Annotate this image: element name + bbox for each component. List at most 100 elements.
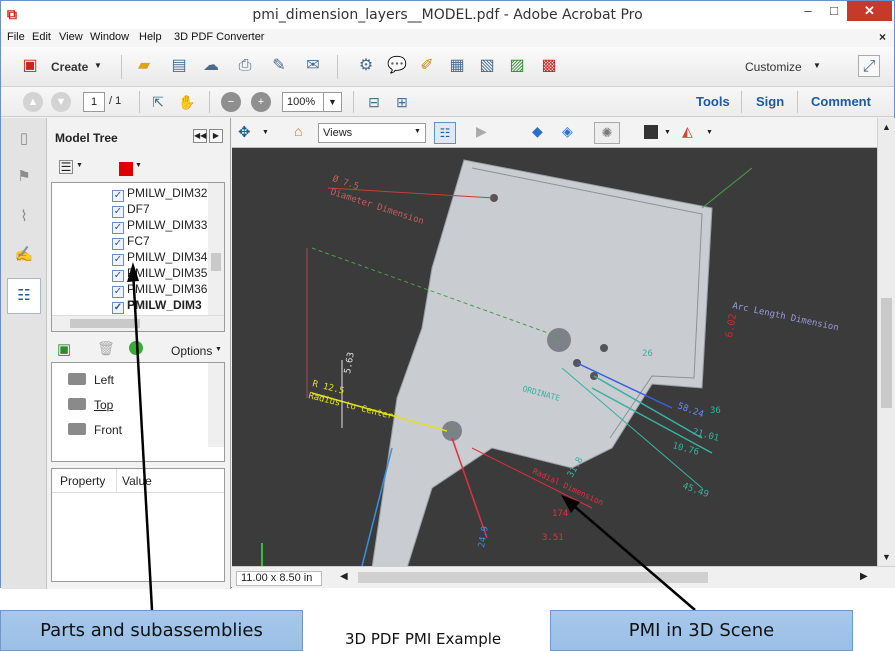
scene-label: 5.63 [343, 351, 357, 374]
tool-dropdown-icon[interactable]: ▼ [262, 129, 269, 136]
tree-vertical-scrollbar[interactable] [208, 183, 224, 315]
save-icon[interactable]: ▤ [168, 55, 190, 77]
zoom-in-icon[interactable]: + [251, 92, 271, 112]
open-folder-icon[interactable]: ▰ [133, 55, 155, 77]
create-icon[interactable]: ▣ [19, 55, 41, 77]
views-dropdown-icon[interactable]: ▼ [414, 128, 421, 135]
color-dropdown-icon[interactable]: ▼ [135, 162, 142, 169]
expand-panel-icon[interactable]: ▶ [209, 129, 223, 143]
projection-cube-icon[interactable]: ◆ [532, 123, 543, 140]
list-item[interactable]: Top [68, 398, 113, 412]
maximize-button[interactable]: □ [821, 1, 847, 21]
create-button[interactable]: Create [51, 60, 88, 74]
rotate-tool-icon[interactable]: ✥ [238, 123, 251, 141]
zoom-dropdown-icon[interactable]: ▼ [324, 92, 342, 112]
list-item[interactable]: ✓ PMILW_DIM34 [112, 249, 207, 266]
list-item[interactable]: ✓ PMILW_DIM32 [112, 185, 207, 202]
sign-pane-button[interactable]: Sign [756, 94, 784, 109]
attachments-icon[interactable]: ⌇ [13, 206, 35, 228]
comment-bubble-icon[interactable]: 💬 [386, 55, 408, 77]
tree-options-dropdown-icon[interactable]: ▼ [76, 162, 83, 169]
scroll-thumb[interactable] [881, 298, 892, 408]
add-view-icon[interactable]: ▣ [57, 340, 71, 358]
list-item[interactable]: ✓ PMILW_DIM33 [112, 217, 207, 234]
delete-view-icon[interactable]: 🗑 [97, 340, 115, 357]
fit-page-icon[interactable]: ⊟ [363, 91, 385, 113]
menu-edit[interactable]: Edit [32, 31, 51, 43]
color-dropdown-icon[interactable]: ▼ [664, 129, 671, 136]
3d-viewport[interactable]: ✥ ▼ ⌂ Views ▼ ☷ ▶ ◆ ◈ ✺ ▼ ◭ ▼ Ø 7.5 Diam… [232, 118, 877, 566]
part-hole [547, 328, 571, 352]
signatures-icon[interactable]: ✍ [13, 244, 35, 266]
print-icon[interactable]: ⎙ [234, 55, 256, 77]
customize-button[interactable]: Customize [745, 60, 802, 74]
expand-icon[interactable]: ⤢ [858, 55, 880, 77]
page-thumbnails-icon[interactable]: ▯ [13, 128, 35, 150]
comment-pane-button[interactable]: Comment [811, 94, 871, 109]
zoom-out-icon[interactable]: − [221, 92, 241, 112]
background-color-swatch[interactable] [119, 162, 133, 176]
cloud-upload-icon[interactable]: ☁ [200, 55, 222, 77]
list-item-selected[interactable]: ✓ PMILW_DIM3 [112, 297, 202, 314]
tree-options-icon[interactable]: ☰ [59, 160, 73, 174]
list-item[interactable]: Front [68, 423, 122, 437]
full-screen-icon[interactable]: ⊞ [391, 91, 413, 113]
lighting-icon[interactable]: ✺ [594, 122, 620, 144]
document-close-icon[interactable]: × [879, 30, 886, 44]
tree-horizontal-scrollbar[interactable] [52, 315, 224, 331]
scroll-down-icon[interactable]: ▼ [882, 552, 891, 562]
menu-3d-pdf-converter[interactable]: 3D PDF Converter [174, 31, 264, 43]
scroll-left-icon[interactable]: ◀ [340, 571, 348, 582]
hand-tool-icon[interactable]: ✋ [176, 91, 198, 113]
model-tree-toggle-icon[interactable]: ☷ [434, 122, 456, 144]
scroll-up-icon[interactable]: ▲ [882, 122, 891, 132]
bookmarks-icon[interactable]: ⚑ [13, 166, 35, 188]
previous-page-icon[interactable]: ▲ [23, 92, 43, 112]
list-item[interactable]: Left [68, 373, 114, 387]
edit-document-icon[interactable]: ✎ [268, 55, 290, 77]
menu-file[interactable]: File [7, 31, 25, 43]
scroll-thumb[interactable] [70, 319, 140, 328]
next-page-icon[interactable]: ▼ [51, 92, 71, 112]
options-dropdown-icon[interactable]: ▼ [215, 346, 222, 353]
menu-window[interactable]: Window [90, 31, 129, 43]
scroll-thumb[interactable] [211, 253, 221, 271]
highlight-icon[interactable]: ✐ [416, 55, 438, 77]
page-number-input[interactable]: 1 [83, 92, 105, 112]
tools-pane-button[interactable]: Tools [696, 94, 730, 109]
document-share-icon[interactable]: ▩ [538, 55, 560, 77]
email-icon[interactable]: ✉ [302, 55, 324, 77]
zoom-level-input[interactable]: 100% [282, 92, 324, 112]
play-animation-icon[interactable]: ▶ [476, 123, 487, 140]
customize-dropdown-icon[interactable]: ▼ [813, 61, 821, 70]
options-button[interactable]: Options [171, 344, 212, 358]
settings-gear-icon[interactable]: ⚙ [355, 55, 377, 77]
document-export-icon[interactable]: ▨ [506, 55, 528, 77]
cross-section-icon[interactable]: ◭ [682, 123, 693, 140]
views-scrollbar[interactable] [208, 363, 224, 447]
checkbox-icon[interactable]: ✓ [112, 302, 124, 314]
render-mode-icon[interactable]: ◈ [562, 123, 573, 140]
list-item[interactable]: ✓ FC7 [112, 233, 150, 250]
select-cursor-icon[interactable]: ⇱ [147, 91, 169, 113]
minimize-button[interactable]: – [795, 1, 821, 21]
refresh-view-icon[interactable] [129, 341, 143, 355]
list-item[interactable]: ✓ DF7 [112, 201, 150, 218]
document-vertical-scrollbar[interactable]: ▲ ▼ [877, 118, 895, 566]
views-dropdown[interactable]: Views [318, 123, 426, 143]
collapse-panel-icon[interactable]: ◀◀ [193, 129, 207, 143]
list-item[interactable]: ✓ PMILW_DIM36 [112, 281, 207, 298]
close-button[interactable]: ✕ [847, 1, 892, 21]
home-view-icon[interactable]: ⌂ [294, 123, 302, 139]
menu-help[interactable]: Help [139, 31, 162, 43]
model-tree-icon[interactable]: ☷ [13, 285, 35, 307]
document-lock-icon[interactable]: ▦ [446, 55, 468, 77]
list-item[interactable]: ✓ PMILW_DIM35 [112, 265, 207, 282]
horizontal-scroll-thumb[interactable] [358, 572, 708, 583]
scroll-right-icon[interactable]: ▶ [860, 571, 868, 582]
background-color-icon[interactable] [644, 125, 658, 139]
menu-view[interactable]: View [59, 31, 83, 43]
document-search-icon[interactable]: ▧ [476, 55, 498, 77]
section-dropdown-icon[interactable]: ▼ [706, 129, 713, 136]
create-dropdown-icon[interactable]: ▼ [94, 61, 102, 70]
